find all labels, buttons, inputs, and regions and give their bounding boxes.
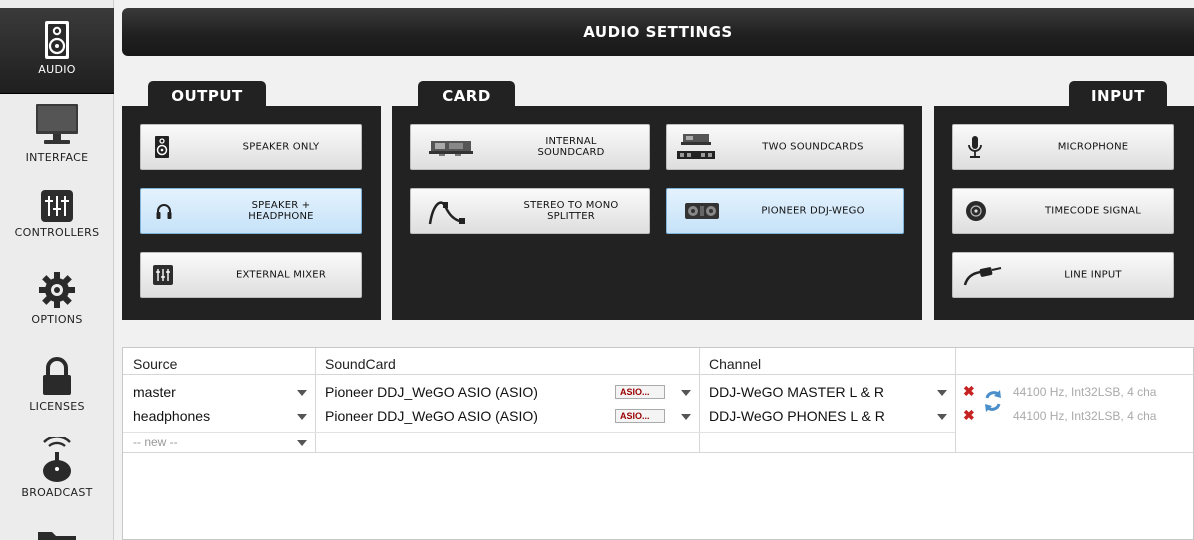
vinyl-disc-icon: [966, 201, 986, 221]
button-label: PIONEER DDJ-WEGO: [761, 205, 865, 217]
gear-icon: [39, 272, 75, 308]
column-header-source: Source: [133, 356, 178, 372]
speaker-icon: [45, 21, 69, 59]
sidebar-item-options[interactable]: OPTIONS: [0, 268, 114, 340]
microphone-button[interactable]: MICROPHONE: [952, 124, 1174, 170]
column-header-channel: Channel: [709, 356, 762, 372]
soundcard-select-value[interactable]: Pioneer DDJ_WeGO ASIO (ASIO): [325, 384, 538, 400]
sidebar-item-interface[interactable]: INTERFACE: [0, 100, 114, 180]
table-row: headphones Pioneer DDJ_WeGO ASIO (ASIO) …: [123, 406, 1194, 426]
sidebar-item-label: OPTIONS: [31, 313, 83, 326]
sidebar-item-controllers[interactable]: CONTROLLERS: [0, 187, 114, 257]
button-label: SPEAKER ONLY: [242, 141, 320, 153]
sidebar-item-label: AUDIO: [38, 63, 76, 76]
audio-plug-icon: [963, 267, 1002, 286]
speaker-only-button[interactable]: SPEAKER ONLY: [140, 124, 362, 170]
page-title: AUDIO SETTINGS: [583, 23, 733, 41]
timecode-signal-button[interactable]: TIMECODE SIGNAL: [952, 188, 1174, 234]
two-soundcards-button[interactable]: TWO SOUNDCARDS: [666, 124, 904, 170]
splitter-cable-icon: [428, 201, 465, 225]
button-label: INTERNAL SOUNDCARD: [537, 136, 605, 158]
new-source-select[interactable]: -- new --: [133, 435, 178, 449]
speaker-icon: [155, 136, 169, 158]
button-label: EXTERNAL MIXER: [236, 269, 326, 281]
audio-settings-window: AUDIO INTERFACE CONTROLLERS OPTIONS LICE…: [0, 0, 1194, 540]
line-input-button[interactable]: LINE INPUT: [952, 252, 1174, 298]
table-row-new: -- new --: [123, 432, 1194, 452]
sidebar-item-label: LICENSES: [29, 400, 85, 413]
column-header-soundcard: SoundCard: [325, 356, 396, 372]
sidebar-item-audio[interactable]: AUDIO: [0, 8, 114, 94]
speaker-headphone-button[interactable]: SPEAKER + HEADPHONE: [140, 188, 362, 234]
new-source-dropdown-arrow[interactable]: [297, 440, 307, 446]
sidebar-item-label: BROADCAST: [21, 486, 93, 499]
folder-icon: [38, 532, 76, 540]
sidebar: AUDIO INTERFACE CONTROLLERS OPTIONS LICE…: [0, 0, 114, 540]
mixer-faders-icon: [153, 265, 173, 285]
external-mixer-button[interactable]: EXTERNAL MIXER: [140, 252, 362, 298]
output-panel: SPEAKER ONLY SPEAKER + HEADPHONE EXTERNA…: [122, 106, 381, 320]
sidebar-item-broadcast[interactable]: BROADCAST: [0, 435, 114, 510]
source-select-value[interactable]: headphones: [133, 408, 210, 424]
button-label: LINE INPUT: [1064, 269, 1122, 281]
asio-panel-button[interactable]: ASIO...: [615, 385, 665, 399]
remove-row-icon[interactable]: ✖: [963, 407, 975, 424]
source-select-value[interactable]: master: [133, 384, 176, 400]
channel-select-value[interactable]: DDJ-WeGO PHONES L & R: [709, 408, 885, 424]
mixer-faders-icon: [41, 190, 73, 222]
soundcard-icon: [429, 141, 473, 156]
sidebar-item-label: CONTROLLERS: [14, 226, 100, 239]
header-bar: AUDIO SETTINGS: [122, 8, 1194, 56]
format-info: 44100 Hz, Int32LSB, 4 cha: [1013, 409, 1157, 423]
remove-row-icon[interactable]: ✖: [963, 383, 975, 400]
channel-dropdown-arrow[interactable]: [937, 390, 947, 396]
microphone-icon: [968, 136, 982, 158]
channel-select-value[interactable]: DDJ-WeGO MASTER L & R: [709, 384, 884, 400]
sidebar-item-label: INTERFACE: [25, 151, 89, 164]
broadcast-icon: [43, 437, 71, 482]
sidebar-item-licenses[interactable]: LICENSES: [0, 355, 114, 427]
input-panel: MICROPHONE TIMECODE SIGNAL LINE INPUT: [934, 106, 1194, 320]
routing-table: Source SoundCard Channel master Pioneer …: [122, 347, 1194, 540]
button-label: TWO SOUNDCARDS: [762, 141, 864, 153]
format-info: 44100 Hz, Int32LSB, 4 cha: [1013, 385, 1157, 399]
internal-soundcard-button[interactable]: INTERNAL SOUNDCARD: [410, 124, 650, 170]
button-label: SPEAKER + HEADPHONE: [248, 200, 314, 222]
soundcard-dropdown-arrow[interactable]: [681, 414, 691, 420]
two-soundcards-icon: [677, 134, 715, 159]
button-label: TIMECODE SIGNAL: [1045, 205, 1141, 217]
sidebar-item-folder[interactable]: [0, 518, 114, 540]
source-dropdown-arrow[interactable]: [297, 390, 307, 396]
table-row: master Pioneer DDJ_WeGO ASIO (ASIO) ASIO…: [123, 382, 1194, 402]
button-label: MICROPHONE: [1057, 141, 1129, 153]
pioneer-ddj-wego-button[interactable]: PIONEER DDJ-WEGO: [666, 188, 904, 234]
soundcard-dropdown-arrow[interactable]: [681, 390, 691, 396]
padlock-icon: [43, 357, 71, 395]
card-panel: INTERNAL SOUNDCARD TWO SOUNDCARDS STEREO…: [392, 106, 922, 320]
button-label: STEREO TO MONO SPLITTER: [523, 200, 619, 222]
dj-controller-icon: [685, 203, 719, 219]
source-dropdown-arrow[interactable]: [297, 414, 307, 420]
soundcard-select-value[interactable]: Pioneer DDJ_WeGO ASIO (ASIO): [325, 408, 538, 424]
channel-dropdown-arrow[interactable]: [937, 414, 947, 420]
headphones-icon: [156, 204, 172, 219]
asio-panel-button[interactable]: ASIO...: [615, 409, 665, 423]
monitor-icon: [36, 104, 78, 144]
stereo-mono-splitter-button[interactable]: STEREO TO MONO SPLITTER: [410, 188, 650, 234]
